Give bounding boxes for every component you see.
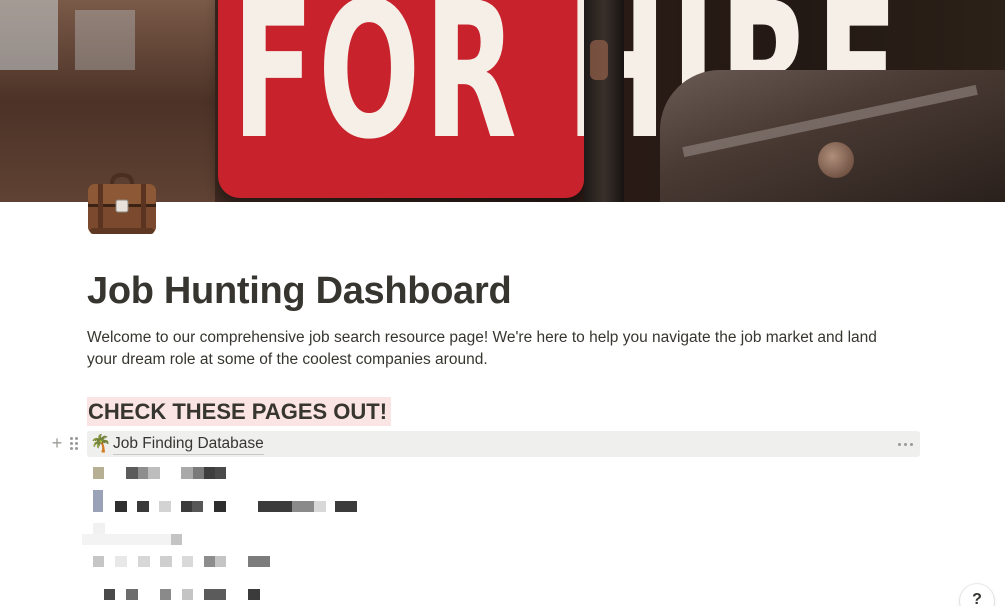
linked-page-link[interactable]: Job Finding Database — [113, 434, 264, 455]
cover-machine — [660, 70, 1005, 202]
add-block-button[interactable]: + — [49, 433, 65, 453]
intro-paragraph[interactable]: Welcome to our comprehensive job search … — [87, 327, 907, 371]
briefcase-icon[interactable] — [86, 170, 158, 238]
help-button[interactable]: ? — [960, 584, 994, 606]
section-heading[interactable]: CHECK THESE PAGES OUT! — [87, 397, 392, 426]
palm-tree-icon: 🌴 — [90, 434, 112, 453]
more-options-icon[interactable] — [896, 436, 916, 452]
drag-handle-icon[interactable] — [70, 436, 80, 452]
cover-sign-post — [584, 0, 624, 202]
page-title[interactable]: Job Hunting Dashboard — [87, 270, 512, 313]
